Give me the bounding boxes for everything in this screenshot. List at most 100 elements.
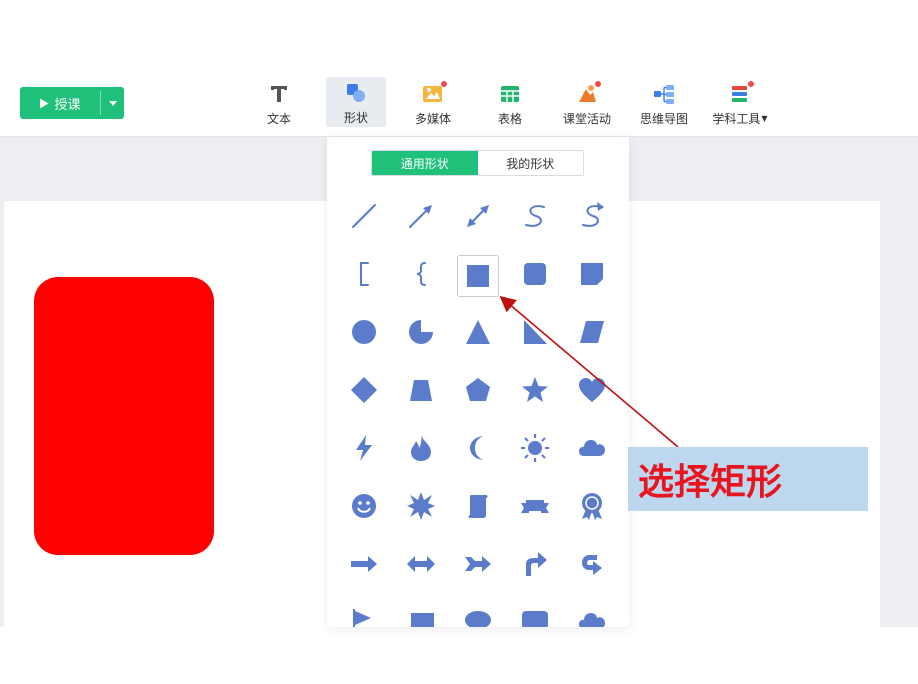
- banner-icon: [520, 491, 550, 525]
- play-icon: [40, 98, 49, 108]
- u-turn-arrow-icon: [577, 549, 607, 583]
- shape-diamond[interactable]: [335, 363, 392, 421]
- top-toolbar: 授课 文本 形状 多媒体 表格 课堂活动 思维导图 学科工具▼: [0, 70, 918, 137]
- shape-callout-cloud[interactable]: [563, 595, 620, 627]
- shape-snip-rectangle[interactable]: [563, 247, 620, 305]
- shape-brace[interactable]: [392, 247, 449, 305]
- shape-moon[interactable]: [449, 421, 506, 479]
- shape-lightning[interactable]: [335, 421, 392, 479]
- shape-curve[interactable]: [506, 189, 563, 247]
- shape-callout-rounded[interactable]: [506, 595, 563, 627]
- tool-label: 学科工具▼: [712, 112, 768, 126]
- shape-sun[interactable]: [506, 421, 563, 479]
- shape-grid: [335, 189, 621, 627]
- shape-triangle[interactable]: [449, 305, 506, 363]
- shape-callout-rect[interactable]: [392, 595, 449, 627]
- shape-rounded-rectangle[interactable]: [506, 247, 563, 305]
- bracket-icon: [349, 259, 379, 293]
- shape-heart[interactable]: [563, 363, 620, 421]
- callout-rect-icon: [406, 607, 436, 627]
- callout-oval-icon: [463, 607, 493, 627]
- curve-icon: [520, 201, 550, 235]
- shape-cloud[interactable]: [563, 421, 620, 479]
- callout-cloud-icon: [577, 607, 607, 627]
- shape-star[interactable]: [506, 363, 563, 421]
- circle-icon: [349, 317, 379, 351]
- tool-label: 文本: [266, 112, 291, 126]
- tab-common-shapes[interactable]: 通用形状: [372, 151, 478, 175]
- tool-multimedia[interactable]: 多媒体: [403, 78, 463, 128]
- tool-label: 多媒体: [414, 112, 451, 126]
- diamond-icon: [349, 375, 379, 409]
- teach-dropdown-button[interactable]: [101, 87, 124, 119]
- shape-parallelogram[interactable]: [563, 305, 620, 363]
- pie-icon: [406, 317, 436, 351]
- cloud-icon: [577, 433, 607, 467]
- shape-right-arrow[interactable]: [335, 537, 392, 595]
- multimedia-icon: [422, 81, 447, 105]
- shape-right-triangle[interactable]: [506, 305, 563, 363]
- tool-classroom-activity[interactable]: 课堂活动: [557, 78, 617, 128]
- flag-icon: [349, 607, 379, 627]
- shape-bent-arrow[interactable]: [506, 537, 563, 595]
- tool-mindmap[interactable]: 思维导图: [634, 78, 694, 128]
- lightning-icon: [349, 433, 379, 467]
- shape-pie[interactable]: [392, 305, 449, 363]
- shape-double-arrow-line[interactable]: [449, 189, 506, 247]
- shape-notched-arrow[interactable]: [449, 537, 506, 595]
- snip-rectangle-icon: [577, 259, 607, 293]
- trapezoid-icon: [406, 375, 436, 409]
- line-icon: [349, 201, 379, 235]
- arrow-line-icon: [406, 201, 436, 235]
- tool-table[interactable]: 表格: [480, 78, 540, 128]
- text-icon: [268, 83, 290, 105]
- red-rounded-rectangle[interactable]: [34, 277, 214, 555]
- tool-label: 思维导图: [639, 112, 688, 126]
- tool-text[interactable]: 文本: [249, 78, 309, 128]
- caret-down-icon: [108, 100, 117, 106]
- shape-ribbon-badge[interactable]: [563, 479, 620, 537]
- annotation-text: 选择矩形: [638, 462, 783, 503]
- shape-banner[interactable]: [506, 479, 563, 537]
- mindmap-icon: [653, 83, 675, 105]
- explosion-icon: [406, 491, 436, 525]
- shape-u-turn-arrow[interactable]: [563, 537, 620, 595]
- shape-smiley[interactable]: [335, 479, 392, 537]
- shape-line[interactable]: [335, 189, 392, 247]
- tool-label: 课堂活动: [562, 112, 611, 126]
- rectangle-icon: [456, 255, 499, 297]
- callout-rounded-icon: [520, 607, 550, 627]
- heart-icon: [577, 375, 607, 409]
- tool-subject-tools[interactable]: 学科工具▼: [709, 78, 771, 128]
- right-arrow-icon: [349, 549, 379, 583]
- shape-scroll[interactable]: [449, 479, 506, 537]
- new-badge-dot: [441, 81, 447, 87]
- classroom-activity-icon: [576, 81, 601, 105]
- shape-flag[interactable]: [335, 595, 392, 627]
- shape-trapezoid[interactable]: [392, 363, 449, 421]
- annotation-callout: 选择矩形: [628, 447, 868, 511]
- caret-down-icon: ▼: [761, 114, 768, 123]
- shape-curve-arrow[interactable]: [563, 189, 620, 247]
- shape-pentagon[interactable]: [449, 363, 506, 421]
- shape-bracket[interactable]: [335, 247, 392, 305]
- new-badge-dot: [748, 81, 754, 87]
- subject-tools-icon: [729, 81, 754, 105]
- shape-flame[interactable]: [392, 421, 449, 479]
- rounded-rectangle-icon: [520, 259, 550, 293]
- pentagon-icon: [463, 375, 493, 409]
- tab-my-shapes[interactable]: 我的形状: [478, 151, 584, 175]
- tool-shape[interactable]: 形状: [326, 77, 386, 127]
- shape-arrow-line[interactable]: [392, 189, 449, 247]
- shape-explosion[interactable]: [392, 479, 449, 537]
- flame-icon: [406, 433, 436, 467]
- shape-tabs: 通用形状 我的形状: [371, 150, 584, 176]
- shape-panel: 通用形状 我的形状: [327, 137, 629, 627]
- shape-callout-oval[interactable]: [449, 595, 506, 627]
- shape-left-right-arrow[interactable]: [392, 537, 449, 595]
- right-triangle-icon: [520, 317, 550, 351]
- notched-arrow-icon: [463, 549, 493, 583]
- shape-circle[interactable]: [335, 305, 392, 363]
- teach-start-button[interactable]: 授课: [20, 87, 100, 119]
- shape-rectangle[interactable]: [449, 247, 506, 305]
